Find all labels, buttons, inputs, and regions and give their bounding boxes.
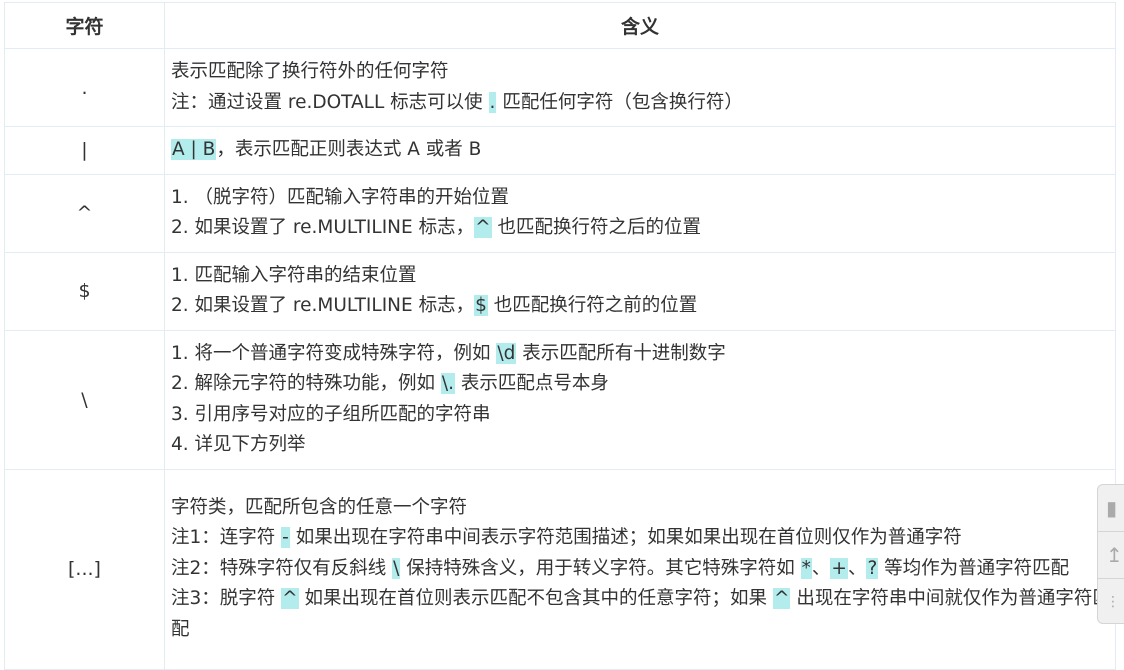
inline-code: ^ xyxy=(474,217,492,238)
text-segment: 注3：脱字符 xyxy=(171,588,282,610)
meaning-line: A | B，表示匹配正则表达式 A 或者 B xyxy=(171,135,1115,166)
text-segment: 、 xyxy=(847,557,867,579)
table-row: $1. 匹配输入字符串的结束位置 2. 如果设置了 re.MULTILINE 标志… xyxy=(4,251,1116,331)
table-header: 字符 含义 xyxy=(4,2,1116,49)
meaning-line: 字符类，匹配所包含的任意一个字符 xyxy=(171,493,1115,524)
meaning-cell: 表示匹配除了换行符外的任何字符注：通过设置 re.DOTALL 标志可以使 . … xyxy=(164,48,1116,127)
meaning-line: 1. 匹配输入字符串的结束位置 xyxy=(171,261,1115,292)
inline-code: * xyxy=(800,557,812,579)
inline-code: ^ xyxy=(772,588,791,610)
text-segment: 1. 匹配输入字符串的结束位置 xyxy=(171,264,417,286)
text-segment: 字符类，匹配所包含的任意一个字符 xyxy=(171,496,468,518)
inline-code: ^ xyxy=(281,588,299,610)
text-segment: 注：通过设置 re.DOTALL 标志可以使 xyxy=(171,91,489,113)
text-segment: ，表示匹配正则表达式 A 或者 B xyxy=(216,139,482,160)
table-row: \ 1. 将一个普通字符变成特殊字符，例如 \d 表示匹配所有十进制数字 2. 解除… xyxy=(4,329,1116,470)
meaning-line: 1. （脱字符）匹配输入字符串的开始位置 xyxy=(171,183,1115,214)
grid-menu-button[interactable]: ⋮⋮ xyxy=(1098,579,1124,625)
symbol-cell: | xyxy=(4,126,165,175)
inline-code: \d xyxy=(496,342,517,364)
meaning-cell: 1. （脱字符）匹配输入字符串的开始位置 2. 如果设置了 re.MULTILIN… xyxy=(164,173,1116,253)
inline-code: + xyxy=(830,557,848,579)
table-row: [...] 字符类，匹配所包含的任意一个字符 注1：连字符 - 如果出现在字符串中间… xyxy=(4,468,1116,670)
table-row: | A | B，表示匹配正则表达式 A 或者 B xyxy=(4,126,1116,175)
text-segment: 、 xyxy=(811,557,831,579)
meaning-cell: 1. 匹配输入字符串的结束位置 2. 如果设置了 re.MULTILINE 标志，… xyxy=(164,251,1116,331)
inline-code: $ xyxy=(474,295,488,316)
table-row: . 表示匹配除了换行符外的任何字符 注：通过设置 re.DOTALL 标志可以使 .… xyxy=(4,48,1116,127)
meaning-line: 表示匹配除了换行符外的任何字符 xyxy=(171,57,1115,88)
text-segment: 注1：连字符 xyxy=(171,527,282,549)
text-segment: 4. 详见下方列举 xyxy=(171,434,306,455)
header-meaning: 含义 xyxy=(164,2,1116,49)
symbol-cell: $ xyxy=(4,251,165,331)
text-segment: 表示匹配所有十进制数字 xyxy=(516,342,726,364)
symbol-cell: \ xyxy=(4,329,165,470)
meaning-cell: A | B，表示匹配正则表达式 A 或者 B xyxy=(164,126,1116,175)
meaning-line: 2. 如果设置了 re.MULTILINE 标志，$ 也匹配换行符之前的位置 xyxy=(171,291,1115,322)
grid-menu-icon: ⋮⋮ xyxy=(1106,594,1124,610)
text-segment: 3. 引用序号对应的子组所匹配的字符串 xyxy=(171,403,491,425)
meaning-line: 注3：脱字符 ^ 如果出现在首位则表示匹配不包含其中的任意字符；如果 ^ 出现在… xyxy=(171,584,1115,645)
meaning-line: 2. 解除元字符的特殊功能，例如 \. 表示匹配点号本身 xyxy=(171,369,1115,400)
symbol-cell: ^ xyxy=(4,173,165,253)
regex-table: 字符 含义 . 表示匹配除了换行符外的任何字符 注：通过设置 re.DOTALL 标… xyxy=(4,2,1116,670)
text-segment: 如果出现在首位则表示匹配不包含其中的任意字符；如果 xyxy=(298,588,773,610)
text-segment: 也匹配换行符之前的位置 xyxy=(487,295,698,316)
inline-code: \. xyxy=(440,373,456,394)
text-segment: 1. 将一个普通字符变成特殊字符，例如 xyxy=(171,342,497,364)
meaning-line: 3. 引用序号对应的子组所匹配的字符串 xyxy=(171,400,1115,431)
text-segment: 如果出现在字符串中间表示字符范围描述；如果如果出现在首位则仅作为普通字符 xyxy=(289,527,962,549)
text-segment: 匹配任何字符（包含换行符） xyxy=(496,91,743,113)
meaning-cell: 字符类，匹配所包含的任意一个字符 注1：连字符 - 如果出现在字符串中间表示字符范… xyxy=(164,468,1116,670)
meaning-line: 4. 详见下方列举 xyxy=(171,430,1115,461)
text-segment: 2. 如果设置了 re.MULTILINE 标志， xyxy=(171,295,475,316)
back-to-top-button[interactable]: ↥ xyxy=(1098,532,1124,579)
comment-button[interactable]: ▮ xyxy=(1098,485,1124,532)
text-segment: 2. 如果设置了 re.MULTILINE 标志， xyxy=(171,217,475,238)
text-segment: 表示匹配除了换行符外的任何字符 xyxy=(171,61,449,82)
floating-toolbar: ▮ ↥ ⋮⋮ xyxy=(1097,484,1124,624)
text-segment: 保持特殊含义，用于转义字符。其它特殊字符如 xyxy=(400,557,801,579)
symbol-cell: [...] xyxy=(4,468,165,670)
text-segment: 2. 解除元字符的特殊功能，例如 xyxy=(171,373,441,394)
text-segment: 等均作为普通字符匹配 xyxy=(878,557,1070,579)
text-segment: 注2：特殊字符仅有反斜线 xyxy=(171,557,393,579)
inline-code: A | B xyxy=(171,139,217,160)
meaning-line: 注：通过设置 re.DOTALL 标志可以使 . 匹配任何字符（包含换行符） xyxy=(171,88,1115,119)
text-segment: 表示匹配点号本身 xyxy=(455,373,609,394)
header-symbol: 字符 xyxy=(4,2,165,49)
text-segment: 1. （脱字符）匹配输入字符串的开始位置 xyxy=(171,186,510,208)
meaning-line: 2. 如果设置了 re.MULTILINE 标志，^ 也匹配换行符之后的位置 xyxy=(171,213,1115,244)
symbol-cell: . xyxy=(4,48,165,127)
inline-code: - xyxy=(281,527,290,549)
comment-icon: ▮ xyxy=(1106,496,1118,520)
meaning-cell: 1. 将一个普通字符变成特殊字符，例如 \d 表示匹配所有十进制数字 2. 解除元… xyxy=(164,329,1116,470)
back-to-top-icon: ↥ xyxy=(1106,543,1123,567)
meaning-line: 注1：连字符 - 如果出现在字符串中间表示字符范围描述；如果如果出现在首位则仅作… xyxy=(171,523,1115,554)
meaning-line: 1. 将一个普通字符变成特殊字符，例如 \d 表示匹配所有十进制数字 xyxy=(171,339,1115,370)
meaning-line: 注2：特殊字符仅有反斜线 \ 保持特殊含义，用于转义字符。其它特殊字符如 *、+… xyxy=(171,554,1115,585)
text-segment: 也匹配换行符之后的位置 xyxy=(491,217,701,238)
inline-code: ? xyxy=(866,557,879,579)
table-row: ^ 1. （脱字符）匹配输入字符串的开始位置 2. 如果设置了 re.MULTILI… xyxy=(4,173,1116,253)
